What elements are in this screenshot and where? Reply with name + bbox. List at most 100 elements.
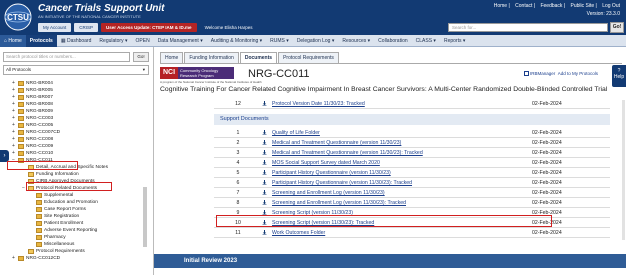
top-link-logout[interactable]: Log Out (602, 3, 620, 9)
tab-protocol-requirements[interactable]: Protocol Requirements (278, 52, 339, 63)
tree-node[interactable]: + NRG-CC008 (12, 136, 142, 143)
tree-node[interactable]: + NRG-BR007 (12, 94, 142, 101)
tree-node[interactable]: + NRG-BR004 (12, 80, 142, 87)
top-link-public-site[interactable]: Public Site (571, 3, 595, 9)
document-link[interactable]: MOS Social Support Survey dated March 20… (272, 158, 380, 168)
expand-icon[interactable]: + (12, 101, 15, 108)
top-link-contact[interactable]: Contact (515, 3, 532, 9)
tree-node[interactable]: Site Registration (12, 213, 142, 220)
main-scrollbar[interactable] (622, 100, 625, 240)
global-search-go-button[interactable]: Go! (610, 22, 624, 33)
download-icon[interactable] (262, 140, 267, 145)
tree-node[interactable]: + NRG-BR005 (12, 87, 142, 94)
nav-reports[interactable]: Reports ▾ (440, 38, 469, 44)
expand-icon[interactable]: + (12, 87, 15, 94)
protocol-filter-select[interactable]: All Protocols ▾ (3, 65, 149, 75)
nav-resources[interactable]: Resources ▾ (338, 38, 374, 44)
expand-icon[interactable]: + (12, 115, 15, 122)
tree-node-label: Miscellaneous (44, 242, 75, 247)
protocol-search-go-button[interactable]: Go! (133, 52, 149, 62)
document-link[interactable]: Participant History Questionnaire (versi… (272, 178, 412, 188)
tree-node[interactable]: Protocol Requirements (12, 248, 142, 255)
document-link[interactable]: Screening and Enrollment Log (version 11… (272, 198, 406, 208)
folder-icon (36, 221, 42, 226)
document-link[interactable]: Protocol Version Date 11/30/23: Tracked (272, 99, 365, 109)
expand-icon[interactable]: + (12, 136, 15, 143)
download-icon[interactable] (262, 230, 267, 235)
top-link-feedback[interactable]: Feedback (540, 3, 562, 9)
document-link[interactable]: Participant History Questionnaire (versi… (272, 168, 391, 178)
tab-funding-information[interactable]: Funding Information (184, 52, 239, 63)
nav-home[interactable]: ⌂ Home (0, 34, 26, 47)
nav-collaboration[interactable]: Collaboration (374, 38, 411, 44)
tree-node[interactable]: + NRG-BR008 (12, 101, 142, 108)
download-icon[interactable] (262, 101, 267, 106)
tree-node[interactable]: Adverse Event Reporting (12, 227, 142, 234)
help-label: Help (613, 74, 625, 80)
expand-icon[interactable]: + (12, 108, 15, 115)
tree-node[interactable]: Case Report Forms (12, 206, 142, 213)
download-icon[interactable] (262, 150, 267, 155)
download-icon[interactable] (262, 160, 267, 165)
download-icon[interactable] (262, 190, 267, 195)
expand-icon[interactable]: + (12, 129, 15, 136)
irb-manager-link[interactable]: IRBManager (530, 71, 555, 76)
download-icon[interactable] (262, 130, 267, 135)
tree-node[interactable]: Supplemental (12, 192, 142, 199)
tree-node[interactable]: Education and Promotion (12, 199, 142, 206)
row-number: 2 (236, 140, 240, 146)
brand-subtitle: AN INITIATIVE OF THE NATIONAL CANCER INS… (38, 14, 141, 19)
nav-open[interactable]: OPEN (132, 38, 154, 44)
initial-review-header[interactable]: Initial Review 2023 (154, 254, 626, 268)
my-account-button[interactable]: My Account (38, 23, 72, 32)
crisp-button[interactable]: CRISP (74, 23, 99, 32)
nav-auditing[interactable]: Auditing & Monitoring ▾ (207, 38, 266, 44)
nav-delegation-log[interactable]: Delegation Log ▾ (293, 38, 339, 44)
tree-node[interactable]: + NRG-CC003 (12, 115, 142, 122)
download-icon[interactable] (262, 170, 267, 175)
access-update-banner[interactable]: User Access Update: CTEP IAM & ID.me (101, 23, 197, 32)
tree-node[interactable]: + NRG-CC010 (12, 150, 142, 157)
help-button[interactable]: ? Help (612, 65, 626, 87)
tab-home[interactable]: Home (160, 52, 184, 63)
ctsu-logo[interactable]: CTSU (3, 2, 33, 32)
document-link[interactable]: Medical and Treatment Questionnaire (ver… (272, 148, 423, 158)
tree-node[interactable]: Pharmacy (12, 234, 142, 241)
document-link[interactable]: Screening and Enrollment Log (version 11… (272, 188, 385, 198)
tree-node[interactable]: + NRG-CC009 (12, 143, 142, 150)
tree-node[interactable]: Miscellaneous (12, 241, 142, 248)
expand-icon[interactable]: + (12, 255, 15, 262)
document-link[interactable]: Work Outcomes Folder (272, 228, 325, 238)
highlight-cirb-approved-documents (26, 182, 112, 191)
tree-scrollbar[interactable] (143, 187, 147, 247)
tree-node[interactable]: Funding Information (12, 171, 142, 178)
expand-icon[interactable]: + (12, 150, 15, 157)
global-search-input[interactable]: Search for... (448, 23, 608, 32)
nav-protocols[interactable]: Protocols (25, 34, 57, 47)
tree-node[interactable]: + NRG-CC012CD (12, 255, 142, 262)
nav-data-management[interactable]: Data Management ▾ (154, 38, 207, 44)
collapse-icon[interactable]: − (22, 185, 25, 192)
document-link[interactable]: Medical and Treatment Questionnaire (ver… (272, 138, 401, 148)
nav-class[interactable]: CLASS ▾ (412, 38, 440, 44)
download-icon[interactable] (262, 200, 267, 205)
row-number: 3 (236, 150, 240, 156)
protocol-search-input[interactable]: Search protocol titles or numbers... (3, 52, 130, 62)
nav-dashboard[interactable]: ▦ Dashboard (57, 38, 96, 44)
add-to-my-protocols-link[interactable]: Add to My Protocols (558, 71, 598, 76)
tree-node[interactable]: + NRG-CC005 (12, 122, 142, 129)
expand-icon[interactable]: + (12, 80, 15, 87)
tree-node[interactable]: + NRG-CC007CD (12, 129, 142, 136)
expand-icon[interactable]: + (12, 94, 15, 101)
tree-node[interactable]: Patient Enrollment (12, 220, 142, 227)
tab-documents[interactable]: Documents (239, 52, 278, 63)
expand-icon[interactable]: + (12, 122, 15, 129)
expand-icon[interactable]: + (12, 143, 15, 150)
document-link[interactable]: Quality of Life Folder (272, 128, 320, 138)
top-link-home[interactable]: Home (494, 3, 507, 9)
header-pills: My Account CRISP User Access Update: CTE… (38, 23, 258, 32)
download-icon[interactable] (262, 180, 267, 185)
nav-regulatory[interactable]: Regulatory ▾ (95, 38, 131, 44)
tree-node[interactable]: + NRG-BR009 (12, 108, 142, 115)
nav-rums[interactable]: RUMS ▾ (266, 38, 293, 44)
